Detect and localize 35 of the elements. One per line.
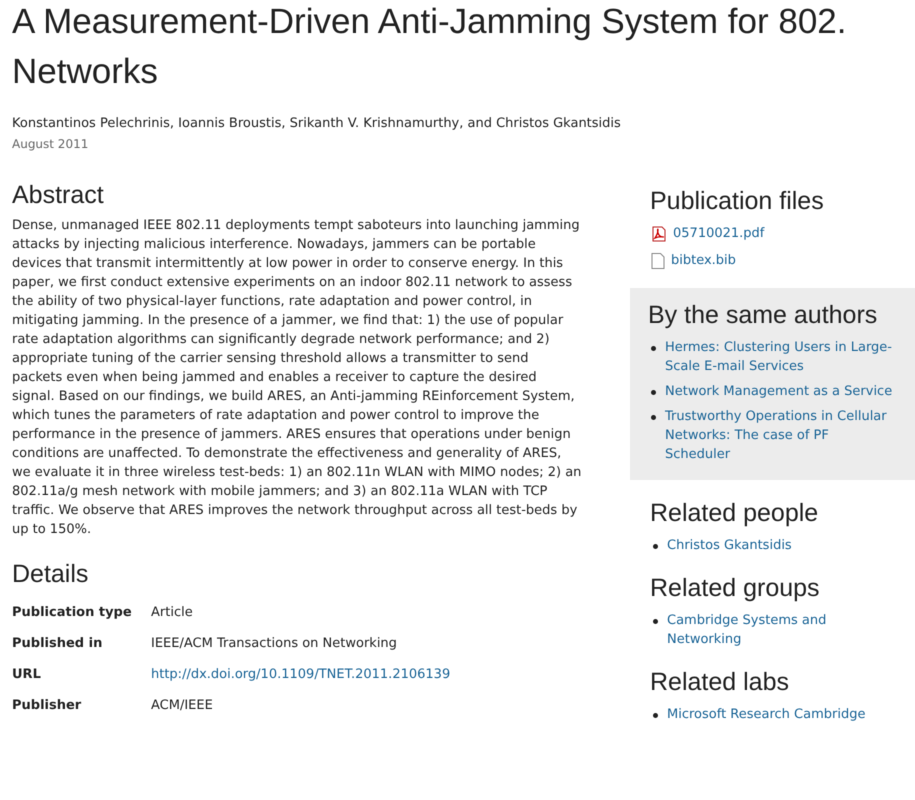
related-link[interactable]: Network Management as a Service — [665, 382, 892, 401]
detail-label: Publication type — [12, 604, 133, 622]
pdf-file-icon — [651, 226, 667, 242]
bullet-icon — [651, 346, 656, 351]
section-heading: Abstract — [12, 180, 105, 211]
abstract-text: Dense, unmanaged IEEE 802.11 deployments tempt saboteurs into launching jamming attacks by injecting malicious interference. Nowadays, jammers can be portable devices that transmit intermittently at low power in order to conserve energy. In this paper, we first conduct extensive experiments on an indoor 802.11 network to assess the ability of two physical-layer functions, rate adaptation and power control, in mitigating jamming. In the presence of a jammer, we find that: 1) the use of popular rate adaptation algorithms can significantly degrade network performance; and 2) appropriate tuning of the carrier sensing threshold allows a transmitter to send packets even when being jammed and enables a receiver to capture the desired signal. Based on our findings, we build ARES, an Anti-jamming REinforcement System, which tunes the parameters of rate adaptation and power control to improve the performance in the presence of jammers. ARES ensures that operations under benign conditions are unaffected. To demonstrate the effectiveness and generality of ARES, we evaluate it in three wireless test-beds: 1) an 802.11n WLAN with MIMO nodes; 2) an 802.11a/g mesh network with mobile jammers; and 3) an 802.11a WLAN with TCP traffic. We observe that ARES improves the network throughput across all test-beds by up to 150%. — [12, 217, 582, 539]
detail-value: IEEE/ACM Transactions on Networking — [151, 635, 398, 653]
detail-label: Published in — [12, 635, 104, 653]
file-link[interactable]: 05710021.pdf — [673, 220, 764, 247]
file-link[interactable]: bibtex.bib — [671, 247, 736, 274]
detail-value: Article — [151, 604, 194, 622]
bullet-icon — [653, 713, 658, 718]
related-link[interactable]: Microsoft Research Cambridge — [667, 705, 866, 724]
section-heading: Related people — [650, 498, 820, 529]
bullet-icon — [651, 415, 656, 420]
bullet-icon — [653, 544, 658, 549]
bullet-icon — [653, 619, 658, 624]
detail-label: URL — [12, 666, 42, 684]
detail-label: Publisher — [12, 697, 82, 715]
section-heading: Related labs — [650, 667, 790, 698]
section-heading: Publication files — [650, 186, 825, 217]
related-link[interactable]: Hermes: Clustering Users in Large-Scale E-mail Services — [665, 338, 897, 376]
related-link[interactable]: Cambridge Systems and Networking — [667, 611, 895, 649]
publication-date: August 2011 — [12, 136, 90, 153]
related-link[interactable]: Christos Gkantsidis — [667, 536, 792, 555]
url-link[interactable]: http://dx.doi.org/10.1109/TNET.2011.2106139 — [151, 667, 450, 682]
detail-value: ACM/IEEE — [151, 697, 214, 715]
section-heading: Related groups — [650, 573, 821, 604]
section-heading: By the same authors — [648, 300, 878, 331]
page-title: A Measurement-Driven Anti-Jamming System for 802. Networks — [11, 1, 848, 93]
author-list: Konstantinos Pelechrinis, Ioannis Broustis, Srikanth V. Krishnamurthy, and Christos Gkantsidis — [12, 114, 915, 134]
document-icon — [651, 252, 665, 268]
related-link[interactable]: Trustworthy Operations in Cellular Networks: The case of PF Scheduler — [665, 407, 897, 464]
section-heading: Details — [12, 559, 90, 590]
bullet-icon — [651, 390, 656, 395]
